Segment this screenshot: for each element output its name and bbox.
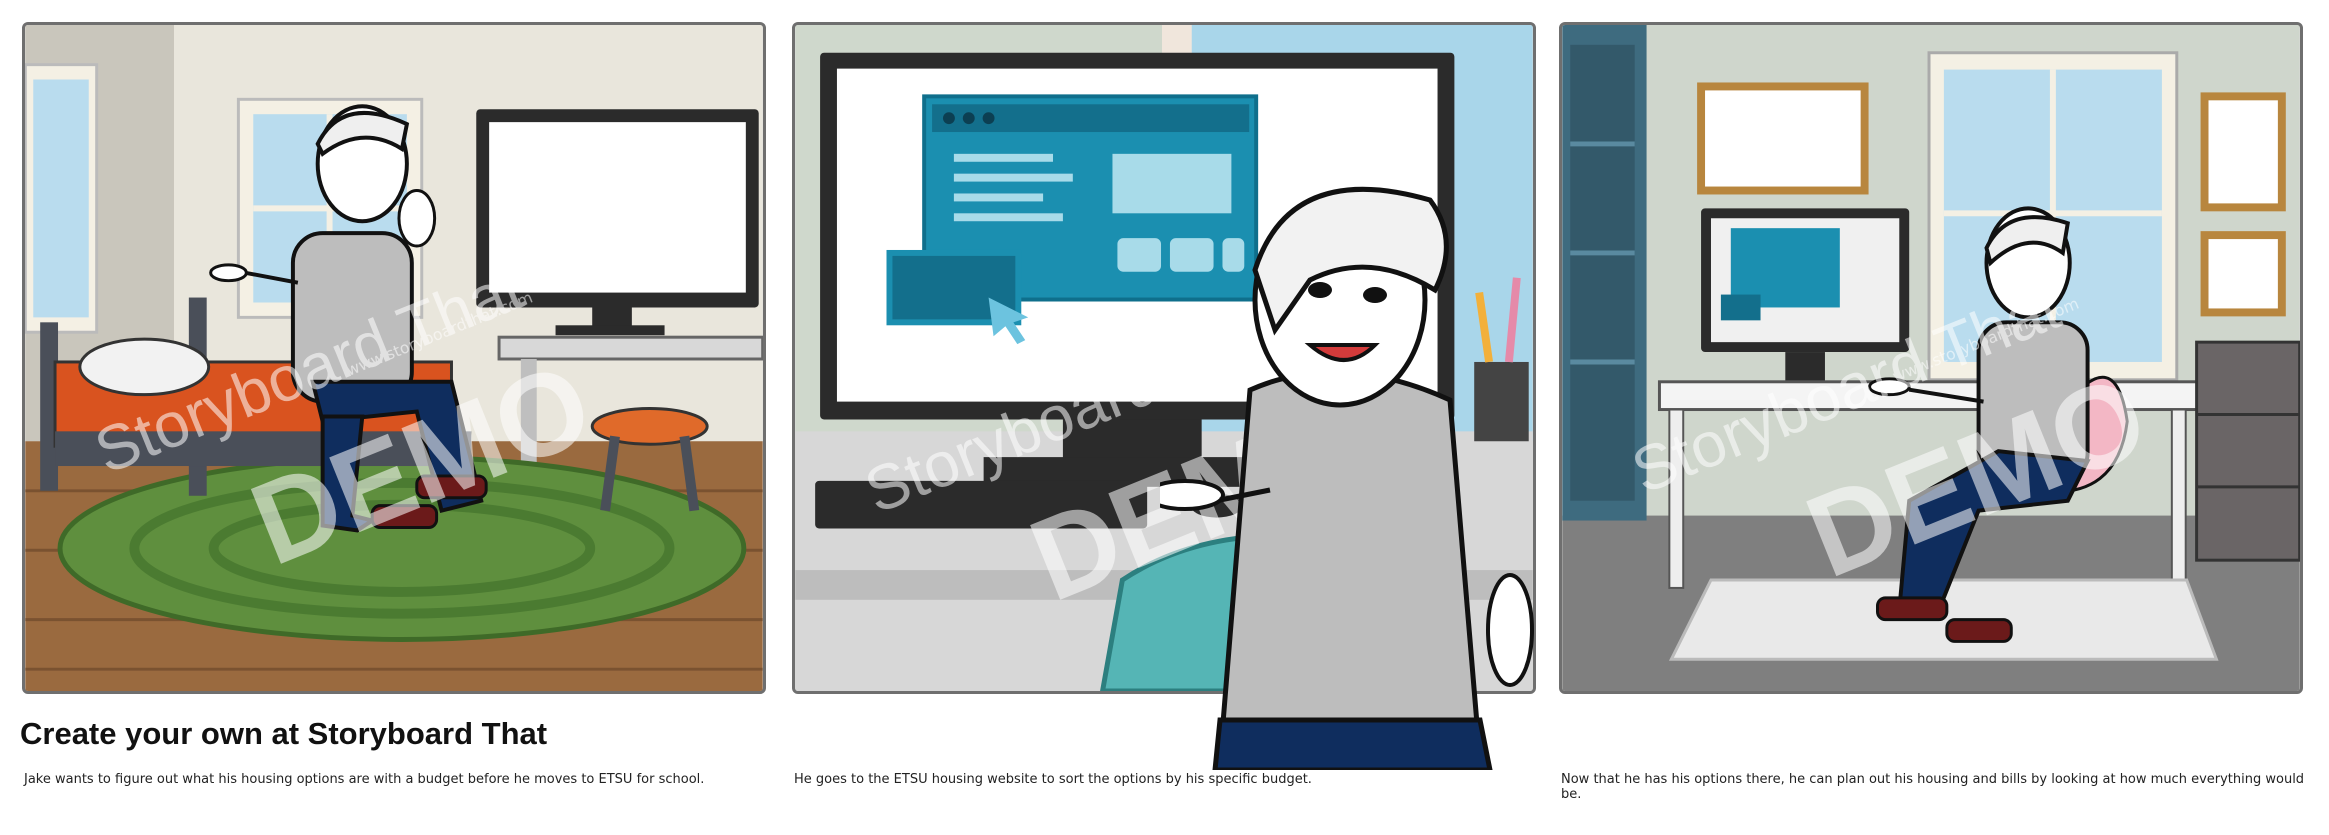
picture-frame [2200,231,2286,317]
storyboard-panel-3[interactable]: Storyboard That DEMO www.storyboardthat.… [1559,22,2303,694]
office-scene: Storyboard That DEMO www.storyboardthat.… [1562,25,2300,691]
panel-2-caption: He goes to the ETSU housing website to s… [794,772,1312,787]
create-your-own-link[interactable]: Create your own at Storyboard That [20,716,547,752]
picture-frame [1697,82,1869,195]
picture-frame [2200,92,2286,212]
window-left [25,63,99,334]
panel-3-caption: Now that he has his options there, he ca… [1561,772,2305,802]
file-cabinet [2195,340,2300,562]
website-scene: Storyboard That DEMO [795,25,1533,691]
bedroom-scene: Storyboard That DEMO www.storyboardthat.… [25,25,763,691]
storyboard-panel-1[interactable]: Storyboard That DEMO www.storyboardthat.… [22,22,766,694]
panel-1-caption: Jake wants to figure out what his housin… [24,772,705,787]
storyboard-panel-2[interactable]: Storyboard That DEMO [792,22,1536,694]
